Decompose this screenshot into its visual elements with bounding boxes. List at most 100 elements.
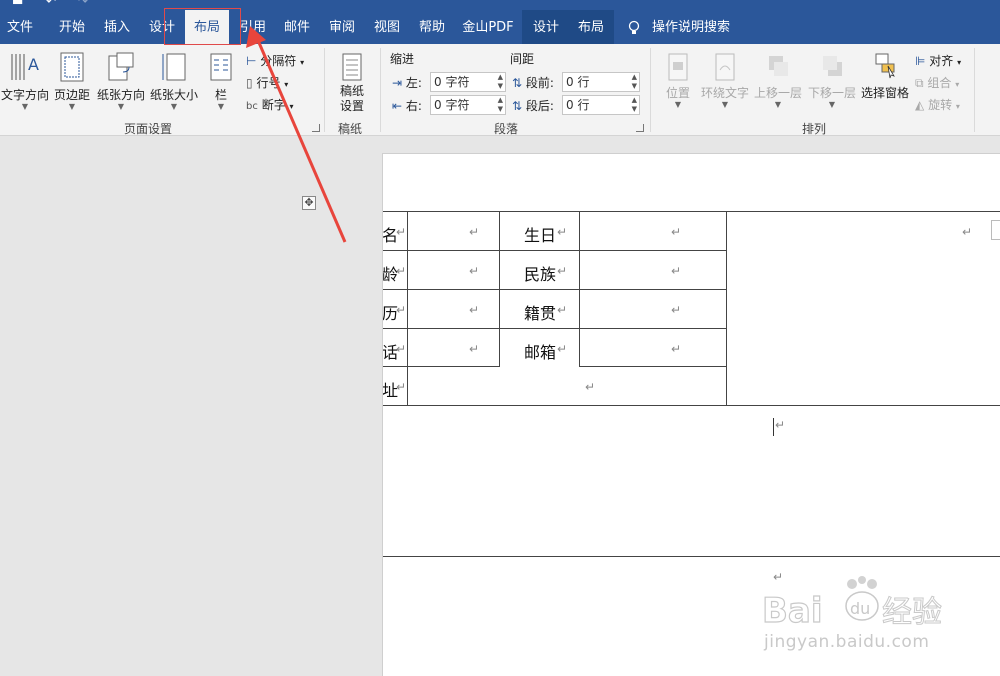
- cell-mark[interactable]: ↵: [962, 225, 972, 239]
- bring-forward-button[interactable]: 上移一层 ▼: [752, 52, 804, 109]
- table-border: [407, 211, 408, 406]
- table-border: [579, 366, 727, 367]
- text-direction-icon: A: [11, 54, 39, 80]
- text-direction-button[interactable]: A 文字方向 ▼: [0, 50, 50, 111]
- tab-table-design[interactable]: 设计: [526, 10, 566, 44]
- group-separator: [380, 48, 381, 132]
- spinner-icon[interactable]: ▲ ▼: [498, 73, 503, 91]
- cell-mark: ↵: [396, 303, 407, 317]
- indent-left-input[interactable]: 0 字符 ▲ ▼: [430, 72, 506, 92]
- cell-mark: ↵: [557, 342, 568, 356]
- chevron-down-icon: ▼: [828, 100, 836, 109]
- indent-right-icon: ⇤: [392, 99, 403, 113]
- table-border: [726, 211, 727, 406]
- cell-mark: ↵: [396, 380, 407, 394]
- tell-me-search[interactable]: 操作说明搜索: [652, 10, 732, 44]
- table-border: [383, 289, 727, 290]
- send-backward-icon: [823, 56, 842, 76]
- spacing-after-icon: ⇅: [512, 99, 523, 113]
- tab-view[interactable]: 视图: [367, 10, 407, 44]
- tab-kingsoft-pdf[interactable]: 金山PDF: [458, 10, 518, 44]
- undo-icon[interactable]: ↶: [46, 0, 56, 8]
- position-icon: [668, 53, 688, 81]
- svg-text:du: du: [850, 599, 870, 618]
- cell-mark[interactable]: ↵: [585, 380, 595, 394]
- watermark-url: jingyan.baidu.com: [764, 632, 930, 652]
- cell-mark[interactable]: ↵: [469, 264, 479, 278]
- cell-mark: ↵: [396, 225, 407, 239]
- cell-mark[interactable]: ↵: [671, 225, 681, 239]
- cell-mark[interactable]: ↵: [469, 225, 479, 239]
- rotate-button[interactable]: ◭ 旋转 ▾: [915, 96, 960, 113]
- save-icon[interactable]: ▬: [12, 0, 23, 8]
- cell-mark[interactable]: ↵: [671, 264, 681, 278]
- bring-forward-icon: [769, 56, 788, 76]
- margins-button[interactable]: 页边距 ▼: [52, 50, 92, 111]
- redo-icon[interactable]: ↷: [78, 0, 88, 8]
- ribbon-layout: A 文字方向 ▼ 页边距 ▼ 纸张方向 ▼ 纸张大小 ▼ 栏 ▼ ⊢ 分隔符 ▾…: [0, 44, 1000, 136]
- tab-home[interactable]: 开始: [52, 10, 92, 44]
- indent-left-label: ⇥ 左:: [392, 76, 422, 90]
- group-separator: [650, 48, 651, 132]
- label-email: 邮箱: [524, 343, 557, 362]
- spinner-icon[interactable]: ▲ ▼: [498, 96, 503, 114]
- columns-button[interactable]: 栏 ▼: [204, 50, 238, 111]
- group-button[interactable]: ⧉ 组合 ▾: [915, 74, 959, 91]
- tab-file[interactable]: 文件: [0, 10, 40, 44]
- cell-mark[interactable]: ↵: [671, 303, 681, 317]
- spacing-title: 间距: [510, 52, 535, 66]
- spinner-icon[interactable]: ▲ ▼: [632, 73, 637, 91]
- spacing-after-input[interactable]: 0 行 ▲ ▼: [562, 95, 640, 115]
- orientation-icon: [108, 52, 134, 81]
- annotation-arrow-icon: [246, 26, 347, 243]
- align-button[interactable]: ⊫ 对齐 ▾: [915, 52, 961, 69]
- selection-pane-icon: [875, 53, 895, 79]
- indent-title: 缩进: [390, 52, 415, 66]
- cell-mark[interactable]: ↵: [469, 342, 479, 356]
- indent-right-label: ⇤ 右:: [392, 99, 422, 113]
- table-border: [383, 366, 499, 367]
- svg-text:Bai: Bai: [762, 591, 823, 631]
- position-button[interactable]: 位置 ▼: [660, 52, 696, 109]
- text-cursor: [773, 418, 774, 436]
- spinner-icon[interactable]: ▲ ▼: [632, 96, 637, 114]
- cell-mark[interactable]: ↵: [671, 342, 681, 356]
- table-border: [383, 250, 727, 251]
- size-button[interactable]: 纸张大小 ▼: [148, 50, 200, 111]
- paper-size-icon: [162, 53, 186, 81]
- chevron-down-icon: ▼: [217, 102, 225, 111]
- send-backward-button[interactable]: 下移一层 ▼: [806, 52, 858, 109]
- wrap-text-icon: [715, 53, 735, 81]
- selection-pane-button[interactable]: 选择窗格: [860, 52, 910, 101]
- tab-table-layout[interactable]: 布局: [571, 10, 611, 44]
- cell-mark: ↵: [557, 264, 568, 278]
- wrap-text-button[interactable]: 环绕文字 ▼: [700, 52, 750, 109]
- align-icon: ⊫: [915, 54, 926, 68]
- title-bar: ▬ ↶ ↷: [0, 0, 1000, 10]
- label-birthday: 生日: [524, 226, 557, 245]
- orientation-button[interactable]: 纸张方向 ▼: [94, 50, 148, 111]
- margins-icon: [60, 52, 84, 82]
- label-ethnicity: 民族: [524, 265, 557, 284]
- group-separator: [974, 48, 975, 132]
- paragraph-mark[interactable]: ↵: [775, 418, 785, 432]
- table-border: [579, 211, 580, 367]
- indent-left-icon: ⇥: [392, 76, 403, 90]
- chevron-down-icon: ▼: [68, 102, 76, 111]
- tab-help[interactable]: 帮助: [412, 10, 452, 44]
- cell-mark[interactable]: ↵: [469, 303, 479, 317]
- label-native-place: 籍贯: [524, 304, 557, 323]
- paragraph-launcher-icon[interactable]: [636, 124, 644, 132]
- table-border: [383, 556, 1000, 557]
- chevron-down-icon: ▼: [117, 102, 125, 111]
- group-label-arrange: 排列: [802, 122, 827, 136]
- lightbulb-icon: [628, 20, 640, 34]
- chevron-down-icon: ▼: [721, 100, 729, 109]
- cell-mark: ↵: [557, 225, 568, 239]
- cell-mark: ↵: [396, 264, 407, 278]
- tab-insert[interactable]: 插入: [97, 10, 137, 44]
- svg-text:经验: 经验: [882, 595, 942, 630]
- indent-right-input[interactable]: 0 字符 ▲ ▼: [430, 95, 506, 115]
- chevron-down-icon: ▼: [170, 102, 178, 111]
- spacing-before-input[interactable]: 0 行 ▲ ▼: [562, 72, 640, 92]
